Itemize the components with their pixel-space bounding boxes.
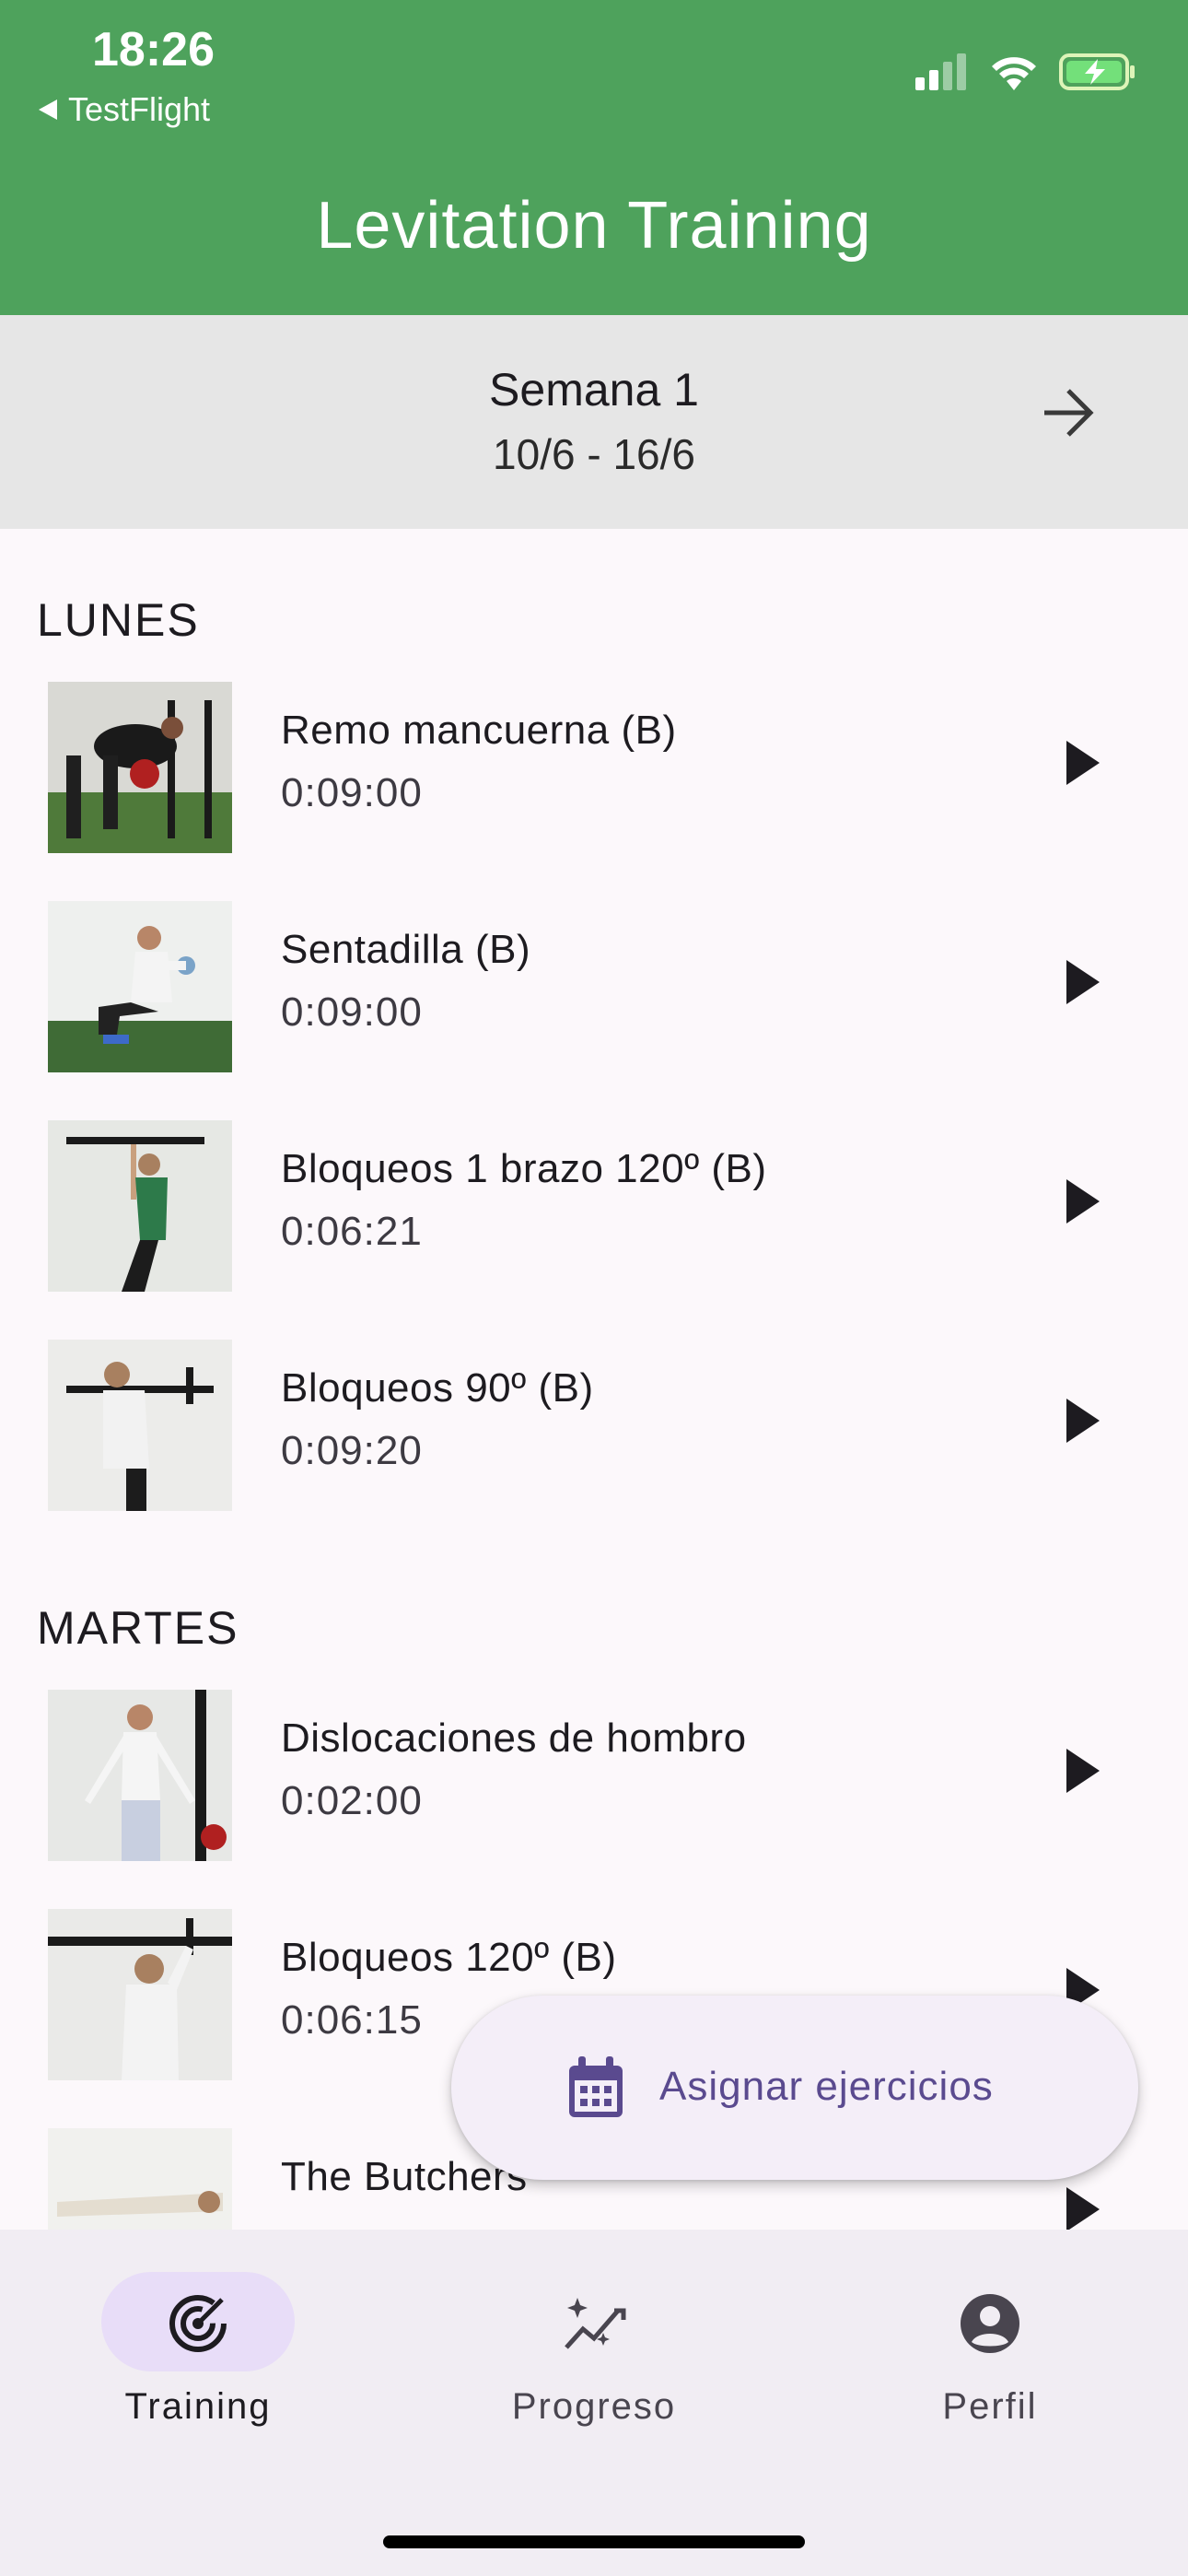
- signal-icon: [915, 53, 966, 90]
- app-title: Levitation Training: [316, 189, 872, 263]
- play-icon[interactable]: [1066, 1749, 1100, 1793]
- wifi-icon: [992, 57, 1036, 90]
- exercise-duration: 0:09:20: [281, 1428, 423, 1473]
- exercise-thumbnail: [48, 682, 232, 853]
- day-heading-lunes: LUNES: [37, 594, 200, 646]
- target-icon: [169, 2295, 227, 2352]
- back-app-label: TestFlight: [68, 90, 211, 128]
- play-icon[interactable]: [1066, 741, 1100, 785]
- play-icon[interactable]: [1066, 1179, 1100, 1224]
- sparkle-chart-icon: [565, 2298, 626, 2349]
- nav-item-perfil[interactable]: Perfil: [792, 2230, 1188, 2506]
- exercise-duration: 0:06:21: [281, 1209, 423, 1254]
- calendar-icon: [569, 2056, 623, 2117]
- back-to-app-button[interactable]: TestFlight: [39, 90, 210, 129]
- exercise-name: Remo mancuerna (B): [281, 708, 677, 753]
- day-heading-martes: MARTES: [37, 1602, 239, 1654]
- bottom-navigation: Training Progreso Perfil: [0, 2230, 1188, 2576]
- exercise-thumbnail: [48, 1340, 232, 1511]
- back-triangle-icon: [39, 100, 57, 120]
- status-icons: [915, 53, 1136, 90]
- exercise-duration: 0:09:00: [281, 989, 423, 1035]
- nav-item-progreso[interactable]: Progreso: [396, 2230, 792, 2506]
- exercise-thumbnail: [48, 1120, 232, 1292]
- play-icon[interactable]: [1066, 1399, 1100, 1443]
- nav-label-perfil: Perfil: [942, 2386, 1038, 2427]
- exercise-row[interactable]: Remo mancuerna (B) 0:09:00: [0, 673, 1188, 857]
- status-time: 18:26: [92, 23, 215, 76]
- app-bar: 18:26 TestFlight Levitation Training: [0, 0, 1188, 315]
- exercise-row[interactable]: Bloqueos 90º (B) 0:09:20: [0, 1330, 1188, 1515]
- arrow-right-icon[interactable]: [1041, 387, 1096, 439]
- nav-label-training: Training: [124, 2386, 272, 2427]
- assign-exercises-label: Asignar ejercicios: [659, 2064, 994, 2109]
- week-title: Semana 1: [489, 364, 699, 416]
- nav-label-progreso: Progreso: [511, 2386, 677, 2427]
- week-selector: Semana 1 10/6 - 16/6: [0, 315, 1188, 529]
- exercise-thumbnail: [48, 901, 232, 1072]
- play-icon[interactable]: [1066, 2187, 1100, 2231]
- play-icon[interactable]: [1066, 960, 1100, 1004]
- exercise-name: Bloqueos 1 brazo 120º (B): [281, 1146, 767, 1191]
- home-indicator[interactable]: [383, 2535, 805, 2548]
- exercise-row[interactable]: Bloqueos 1 brazo 120º (B) 0:06:21: [0, 1111, 1188, 1295]
- exercise-name: Dislocaciones de hombro: [281, 1715, 747, 1761]
- account-circle-icon: [961, 2294, 1019, 2353]
- exercise-name: Sentadilla (B): [281, 927, 531, 972]
- week-range: 10/6 - 16/6: [493, 430, 695, 478]
- nav-item-training[interactable]: Training: [0, 2230, 396, 2506]
- exercise-duration: 0:06:15: [281, 1997, 423, 2043]
- exercise-name: Bloqueos 90º (B): [281, 1365, 594, 1411]
- exercise-name: Bloqueos 120º (B): [281, 1935, 617, 1980]
- exercise-row[interactable]: Sentadilla (B) 0:09:00: [0, 892, 1188, 1076]
- battery-charging-icon: [1059, 53, 1135, 90]
- exercise-row[interactable]: Dislocaciones de hombro 0:02:00: [0, 1680, 1188, 1865]
- exercise-thumbnail: [48, 1909, 232, 2080]
- exercise-duration: 0:02:00: [281, 1778, 423, 1823]
- screen: 18:26 TestFlight Levitation Training Sem…: [0, 0, 1188, 2576]
- assign-exercises-button[interactable]: Asignar ejercicios: [451, 1996, 1138, 2180]
- exercise-duration: 0:09:00: [281, 770, 423, 815]
- exercise-thumbnail: [48, 1690, 232, 1861]
